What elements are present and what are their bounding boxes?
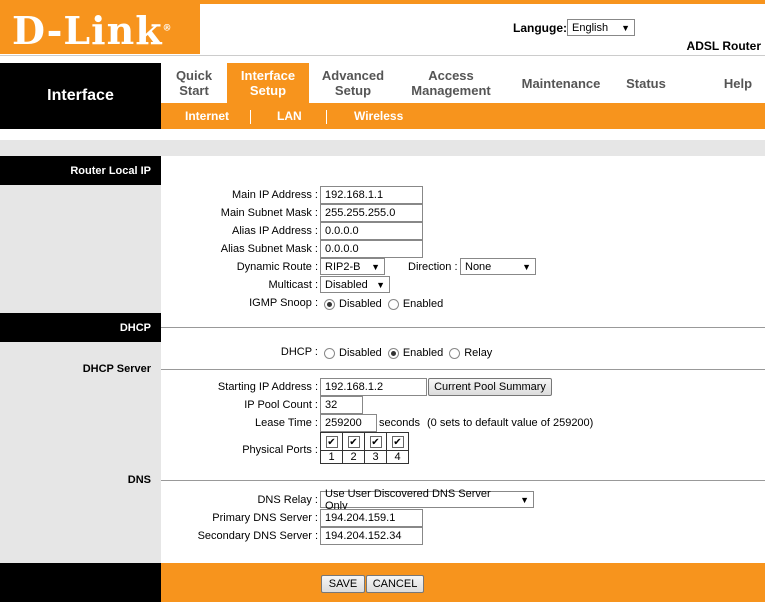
cancel-button[interactable]: CANCEL <box>366 575 424 593</box>
port-1-checkbox[interactable]: ✔ <box>325 435 338 448</box>
section-divider <box>161 327 765 328</box>
subnav-separator <box>250 110 251 124</box>
port-number: 2 <box>342 450 365 464</box>
section-dns: DNS <box>127 474 151 486</box>
save-button[interactable]: SAVE <box>321 575 365 593</box>
chevron-down-icon: ▼ <box>376 279 385 290</box>
dhcp-mode-label: DHCP : <box>280 346 318 358</box>
tab-advanced-setup[interactable]: Advanced Setup <box>309 63 397 103</box>
footer-action-bar <box>161 563 765 602</box>
logo-panel: D-Link® <box>0 4 200 54</box>
dlink-logo: D-Link® <box>12 8 173 53</box>
main-ip-input[interactable]: 192.168.1.1 <box>320 186 423 204</box>
pool-count-label: IP Pool Count : <box>244 399 318 411</box>
secondary-dns-label: Secondary DNS Server : <box>197 530 318 542</box>
lease-time-input[interactable]: 259200 <box>320 414 377 432</box>
footer-left-panel <box>0 563 161 602</box>
multicast-select[interactable]: Disabled ▼ <box>320 276 390 293</box>
content-top-strip <box>0 140 765 156</box>
lease-hint: (0 sets to default value of 259200) <box>427 417 594 429</box>
dhcp-disabled-option[interactable]: Disabled <box>324 347 382 359</box>
header-divider <box>0 55 765 56</box>
section-divider <box>161 480 765 481</box>
igmp-disabled-option[interactable]: Disabled <box>324 298 382 310</box>
tab-maintenance[interactable]: Maintenance <box>505 63 617 103</box>
tab-help[interactable]: Help <box>712 63 764 103</box>
sub-nav-bar <box>161 103 765 129</box>
language-label: Languge: <box>513 20 567 35</box>
section-router-local-ip: Router Local IP <box>0 156 161 185</box>
port-3-checkbox[interactable]: ✔ <box>369 435 382 448</box>
page-section-title: Interface <box>47 87 114 104</box>
physical-ports-label: Physical Ports : <box>242 444 318 456</box>
alias-ip-label: Alias IP Address : <box>231 225 318 237</box>
tab-access-management[interactable]: Access Management <box>397 63 505 103</box>
chevron-down-icon: ▼ <box>522 261 531 272</box>
main-mask-input[interactable]: 255.255.255.0 <box>320 204 423 222</box>
radio-unselected-icon[interactable] <box>449 347 461 359</box>
port-2-checkbox[interactable]: ✔ <box>347 435 360 448</box>
direction-select[interactable]: None ▼ <box>460 258 536 275</box>
direction-label: Direction : <box>408 261 458 273</box>
dhcp-relay-option[interactable]: Relay <box>449 347 492 359</box>
pool-count-input[interactable]: 32 <box>320 396 363 414</box>
language-select[interactable]: English ▼ <box>567 19 635 36</box>
chevron-down-icon: ▼ <box>371 261 380 272</box>
igmp-snoop-options: Disabled Enabled <box>324 298 449 310</box>
lease-time-label: Lease Time : <box>255 417 318 429</box>
alias-ip-input[interactable]: 0.0.0.0 <box>320 222 423 240</box>
dhcp-mode-options: Disabled Enabled Relay <box>324 347 498 359</box>
start-ip-label: Starting IP Address : <box>217 381 318 393</box>
model-name: ADSL Router <box>686 39 761 53</box>
primary-dns-input[interactable]: 194.204.159.1 <box>320 509 423 527</box>
radio-selected-icon[interactable] <box>387 347 399 359</box>
secondary-dns-input[interactable]: 194.204.152.34 <box>320 527 423 545</box>
section-dhcp: DHCP <box>0 313 161 342</box>
main-mask-label: Main Subnet Mask : <box>220 207 318 219</box>
alias-mask-input[interactable]: 0.0.0.0 <box>320 240 423 258</box>
subtab-internet[interactable]: Internet <box>185 103 229 129</box>
main-ip-label: Main IP Address : <box>231 189 318 201</box>
section-divider <box>161 369 765 370</box>
radio-selected-icon[interactable] <box>324 298 335 310</box>
language-selector-group: Languge: English ▼ <box>513 19 635 36</box>
dns-relay-select[interactable]: Use User Discovered DNS Server Only ▼ <box>320 488 534 512</box>
start-ip-input[interactable]: 192.168.1.2 <box>320 378 427 396</box>
port-number: 3 <box>364 450 387 464</box>
tab-quick-start[interactable]: Quick Start <box>161 63 227 103</box>
dhcp-enabled-option[interactable]: Enabled <box>387 347 443 359</box>
port-number: 1 <box>320 450 343 464</box>
dynamic-route-label: Dynamic Route : <box>236 261 318 273</box>
chevron-down-icon: ▼ <box>621 22 630 33</box>
current-pool-summary-button[interactable]: Current Pool Summary <box>428 378 552 396</box>
tab-status[interactable]: Status <box>617 63 675 103</box>
chevron-down-icon: ▼ <box>520 494 529 505</box>
subtab-wireless[interactable]: Wireless <box>354 103 403 129</box>
port-4-checkbox[interactable]: ✔ <box>391 435 404 448</box>
dns-relay-label: DNS Relay : <box>257 494 318 506</box>
igmp-enabled-option[interactable]: Enabled <box>387 298 443 310</box>
tab-interface-setup[interactable]: Interface Setup <box>227 63 309 103</box>
primary-dns-label: Primary DNS Server : <box>212 512 318 524</box>
radio-unselected-icon[interactable] <box>387 298 399 310</box>
physical-ports-table: ✔ ✔ ✔ ✔ 1 2 3 4 <box>320 432 409 464</box>
multicast-label: Multicast : <box>268 279 318 291</box>
lease-unit: seconds <box>379 417 420 429</box>
dynamic-route-select[interactable]: RIP2-B ▼ <box>320 258 385 275</box>
alias-mask-label: Alias Subnet Mask : <box>220 243 318 255</box>
subnav-separator <box>326 110 327 124</box>
subtab-lan[interactable]: LAN <box>277 103 302 129</box>
igmp-snoop-label: IGMP Snoop : <box>249 297 318 309</box>
radio-unselected-icon[interactable] <box>324 347 335 359</box>
section-dhcp-server: DHCP Server <box>82 363 151 375</box>
port-number: 4 <box>386 450 409 464</box>
